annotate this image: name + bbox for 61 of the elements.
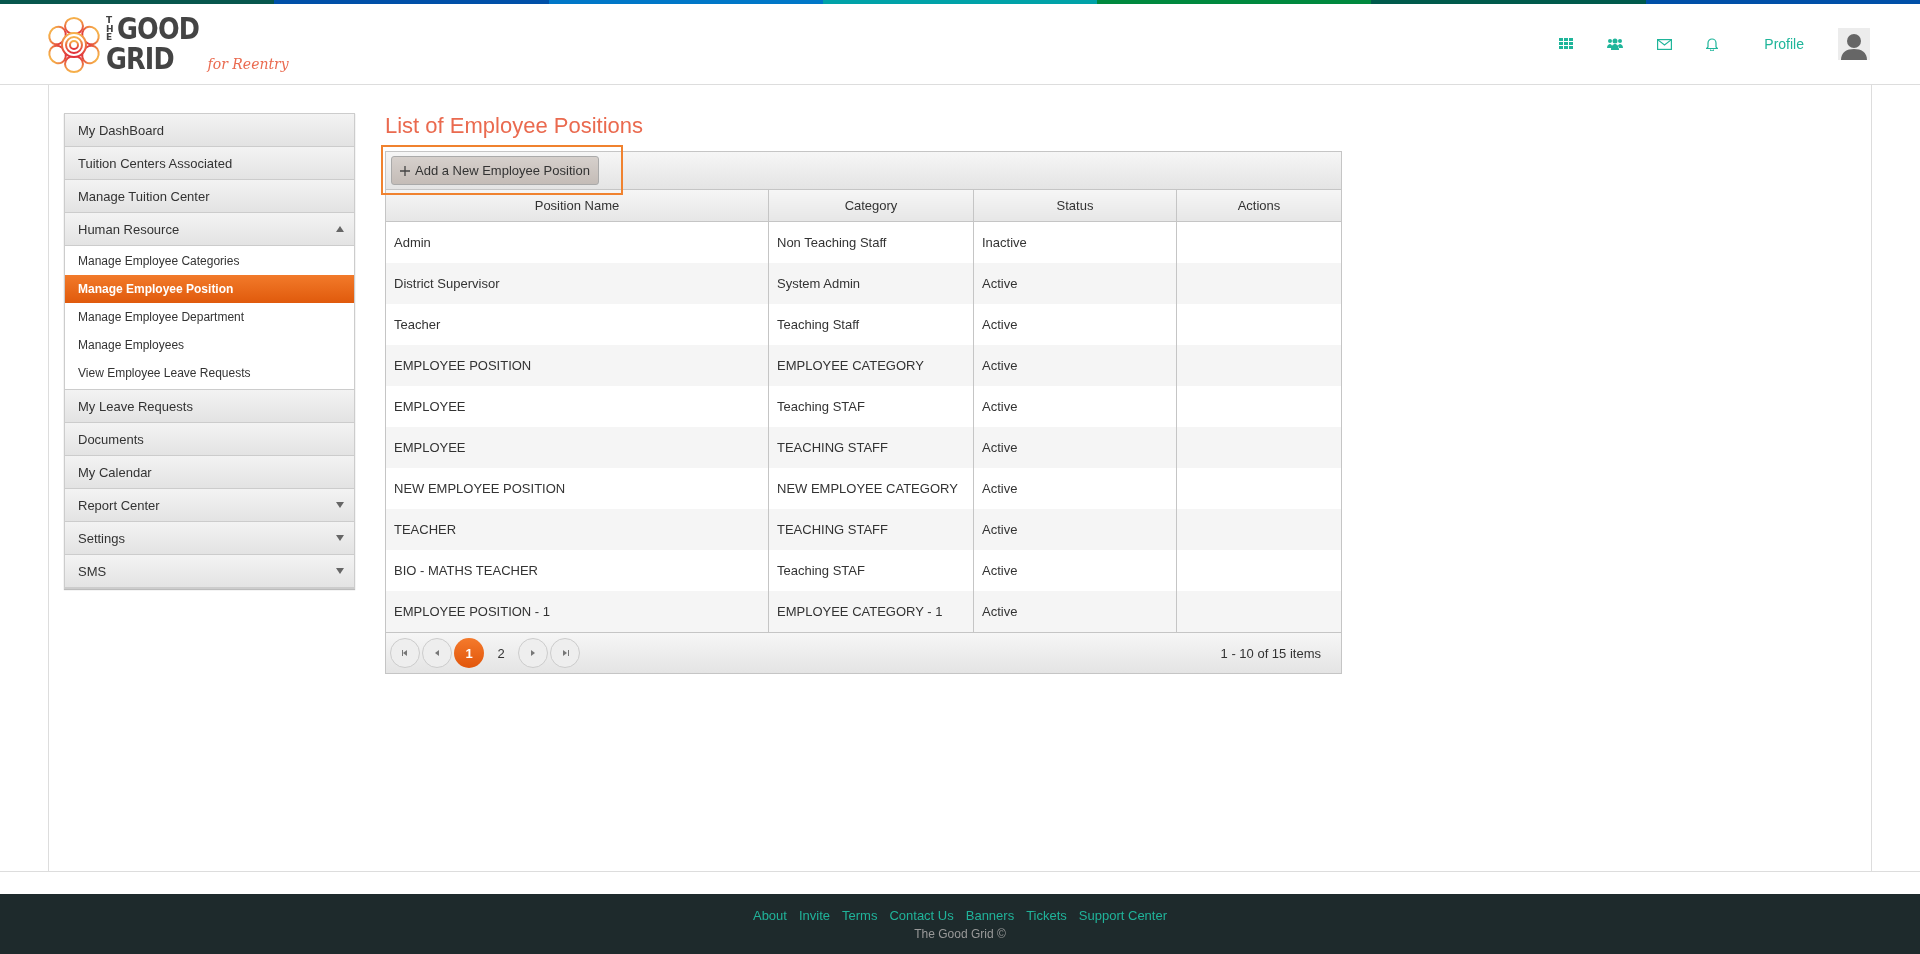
previous-page-button[interactable]: [422, 638, 452, 668]
footer-link[interactable]: Terms: [842, 907, 878, 923]
sidebar-item[interactable]: Settings: [65, 522, 354, 555]
footer-link[interactable]: Banners: [965, 907, 1015, 923]
submenu-item[interactable]: Manage Employee Department: [65, 303, 354, 331]
plus-icon: [400, 165, 410, 176]
avatar-silhouette[interactable]: [1838, 28, 1870, 60]
arrow-down-icon: [336, 534, 344, 542]
mail-icon[interactable]: [1657, 38, 1673, 50]
sidebar-item[interactable]: My Calendar: [65, 456, 354, 489]
sidebar-item-label: My Leave Requests: [78, 398, 193, 414]
last-page-button[interactable]: [550, 638, 580, 668]
next-page-button[interactable]: [518, 638, 548, 668]
footer-link[interactable]: Contact Us: [889, 907, 954, 923]
first-page-icon: [400, 648, 410, 658]
column-header[interactable]: Status: [973, 190, 1177, 222]
arrow-down-icon: [336, 501, 344, 509]
arrow-down-icon: [336, 567, 344, 575]
footer-link[interactable]: About: [752, 907, 787, 923]
sidebar-item-label: My Calendar: [78, 464, 152, 480]
submenu-item[interactable]: Manage Employees: [65, 331, 354, 359]
page-button[interactable]: 2: [486, 638, 516, 668]
sidebar-item-label: Report Center: [78, 497, 160, 513]
sidebar-item-label: Settings: [78, 530, 125, 546]
logo-text: GRID: [106, 44, 174, 74]
add-position-button[interactable]: Add a New Employee Position: [391, 156, 599, 185]
page-title: List of Employee Positions: [385, 113, 645, 139]
sidebar-item[interactable]: Documents: [65, 423, 354, 456]
submenu-item[interactable]: Manage Employee Categories: [65, 247, 354, 275]
column-header[interactable]: Position Name: [386, 190, 769, 222]
logo-tagline: for Reentry: [207, 56, 289, 72]
last-page-icon: [560, 648, 570, 658]
sidebar-item[interactable]: My DashBoard: [65, 114, 354, 147]
footer-link[interactable]: Tickets: [1026, 907, 1067, 923]
logo-text: GOOD: [117, 14, 200, 44]
copyright-text: The Good Grid ©: [914, 926, 1006, 941]
submenu-item[interactable]: View Employee Leave Requests: [65, 359, 354, 387]
column-header[interactable]: Category: [768, 190, 974, 222]
sidebar-item-label: My DashBoard: [78, 122, 164, 138]
column-header[interactable]: Actions: [1176, 190, 1341, 222]
sidebar-item-label: Tuition Centers Associated: [78, 155, 233, 171]
arrow-up-icon: [336, 225, 344, 233]
logo-text: THE: [106, 16, 115, 42]
grid-icon[interactable]: [1559, 38, 1574, 50]
sidebar-item-label: Documents: [78, 431, 144, 447]
sidebar-item[interactable]: Report Center: [65, 489, 354, 522]
footer-link[interactable]: Support Center: [1078, 907, 1168, 923]
pager-info: 1 - 10 of 15 items: [1220, 645, 1321, 661]
sidebar-item[interactable]: Human Resource: [65, 213, 354, 246]
bell-icon[interactable]: [1706, 37, 1719, 51]
sidebar-item[interactable]: My Leave Requests: [65, 390, 354, 423]
sidebar-item[interactable]: SMS: [65, 555, 354, 588]
footer-link[interactable]: Invite: [798, 907, 831, 923]
flower-logo-icon: [46, 16, 102, 74]
sidebar-item-label: Manage Tuition Center: [78, 188, 210, 204]
sidebar-item-label: SMS: [78, 563, 107, 579]
sidebar-item[interactable]: Tuition Centers Associated: [65, 147, 354, 180]
users-icon[interactable]: [1607, 38, 1624, 50]
sidebar-item[interactable]: Manage Tuition Center: [65, 180, 354, 213]
sidebar-item-label: Human Resource: [78, 221, 180, 237]
first-page-button[interactable]: [390, 638, 420, 668]
